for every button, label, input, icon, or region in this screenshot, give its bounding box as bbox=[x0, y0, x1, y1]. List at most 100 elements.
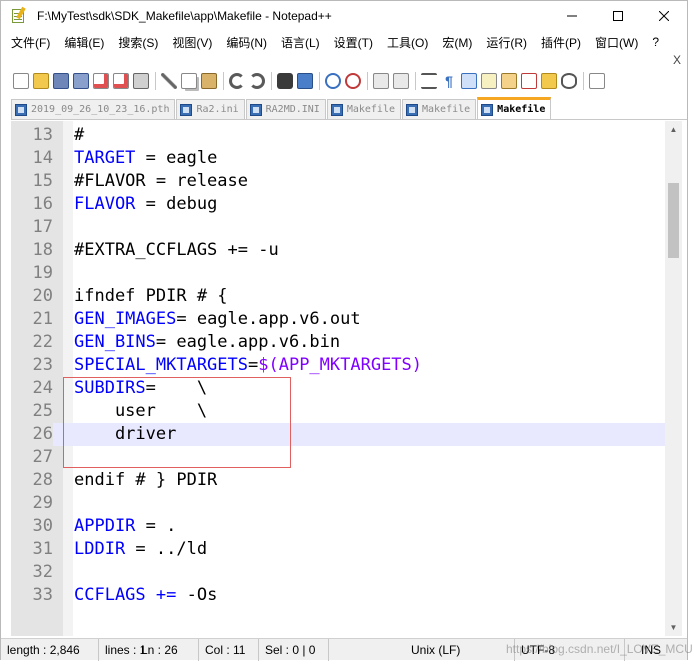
code-line[interactable]: 33 CCFLAGS += -Os bbox=[11, 584, 665, 607]
code-line[interactable]: 13 # bbox=[11, 124, 665, 147]
notepad-plus-plus-icon bbox=[11, 6, 27, 24]
menu-edit[interactable]: 编辑(E) bbox=[57, 34, 111, 51]
folder-workspace-icon[interactable] bbox=[541, 73, 557, 89]
code-line[interactable]: 17 bbox=[11, 216, 665, 239]
code-line[interactable]: 18 #EXTRA_CCFLAGS += -u bbox=[11, 239, 665, 262]
code-line[interactable]: 23 SPECIAL_MKTARGETS=$(APP_MKTARGETS) bbox=[11, 354, 665, 377]
status-length: length : 2,846 bbox=[1, 639, 99, 661]
menu-window[interactable]: 窗口(W) bbox=[588, 34, 645, 51]
undo-icon[interactable] bbox=[229, 73, 245, 89]
status-sel: Sel : 0 | 0 bbox=[259, 639, 329, 661]
replace-icon[interactable] bbox=[297, 73, 313, 89]
copy-icon[interactable] bbox=[181, 73, 197, 89]
status-lines: lines : 1 bbox=[105, 643, 147, 657]
maximize-icon bbox=[613, 11, 623, 21]
save-all-icon[interactable] bbox=[73, 73, 89, 89]
menu-settings[interactable]: 设置(T) bbox=[327, 34, 380, 51]
saved-file-icon bbox=[180, 103, 193, 116]
new-file-icon[interactable] bbox=[13, 73, 29, 89]
sync-horizontal-icon[interactable] bbox=[393, 73, 409, 89]
function-list-icon[interactable] bbox=[521, 73, 537, 89]
indent-guide-icon[interactable] bbox=[461, 73, 477, 89]
line-22-text: GEN_BINS= eagle.app.v6.bin bbox=[74, 332, 341, 352]
code-line[interactable]: 28 endif # } PDIR bbox=[11, 469, 665, 492]
save-icon[interactable] bbox=[53, 73, 69, 89]
tab-ra2md-ini[interactable]: RA2MD.INI bbox=[245, 99, 326, 119]
line-33-text: CCFLAGS += -Os bbox=[74, 585, 218, 605]
status-eol[interactable]: Unix (LF) bbox=[405, 639, 515, 661]
print-icon[interactable] bbox=[133, 73, 149, 89]
sync-vertical-icon[interactable] bbox=[373, 73, 389, 89]
title-bar: F:\MyTest\sdk\SDK_Makefile\app\Makefile … bbox=[1, 1, 687, 31]
menu-macro[interactable]: 宏(M) bbox=[435, 34, 479, 51]
close-document-button[interactable]: X bbox=[673, 53, 681, 67]
tab-pth-file[interactable]: 2019_09_26_10_23_16.pth bbox=[11, 99, 176, 119]
code-line[interactable]: 14 TARGET = eagle bbox=[11, 147, 665, 170]
tab-makefile-2[interactable]: Makefile bbox=[402, 99, 477, 119]
scrollbar-thumb[interactable] bbox=[668, 183, 679, 258]
menu-search[interactable]: 搜索(S) bbox=[111, 34, 165, 51]
monitoring-icon[interactable] bbox=[561, 73, 577, 89]
zoom-out-icon[interactable] bbox=[345, 73, 361, 89]
code-line[interactable]: 27 bbox=[11, 446, 665, 469]
tab-makefile-1[interactable]: Makefile bbox=[326, 99, 401, 119]
window-title: F:\MyTest\sdk\SDK_Makefile\app\Makefile … bbox=[37, 9, 332, 23]
doc-map-icon[interactable] bbox=[501, 73, 517, 89]
code-line[interactable]: 16 FLAVOR = debug bbox=[11, 193, 665, 216]
menu-bar: 文件(F) 编辑(E) 搜索(S) 视图(V) 编码(N) 语言(L) 设置(T… bbox=[1, 31, 687, 53]
saved-file-icon bbox=[330, 103, 343, 116]
close-file-icon[interactable] bbox=[93, 73, 109, 89]
scroll-up-icon[interactable]: ▲ bbox=[665, 121, 682, 138]
line-23-text: SPECIAL_MKTARGETS=$(APP_MKTARGETS) bbox=[74, 355, 423, 375]
saved-file-icon bbox=[406, 103, 418, 116]
code-line[interactable]: 19 bbox=[11, 262, 665, 285]
menu-run[interactable]: 运行(R) bbox=[479, 34, 534, 51]
saved-file-icon bbox=[15, 103, 27, 116]
word-wrap-icon[interactable] bbox=[421, 73, 437, 89]
line-14-text: TARGET = eagle bbox=[74, 148, 218, 168]
menu-plugins[interactable]: 插件(P) bbox=[534, 34, 588, 51]
code-line[interactable]: 32 bbox=[11, 561, 665, 584]
line-21-text: GEN_IMAGES= eagle.app.v6.out bbox=[74, 309, 361, 329]
show-all-chars-icon[interactable]: ¶ bbox=[441, 73, 457, 89]
code-line[interactable]: 31 LDDIR = ../ld bbox=[11, 538, 665, 561]
code-line[interactable]: 24 SUBDIRS= \ bbox=[11, 377, 665, 400]
paste-icon[interactable] bbox=[201, 73, 217, 89]
menu-view[interactable]: 视图(V) bbox=[165, 34, 219, 51]
code-line[interactable]: 22 GEN_BINS= eagle.app.v6.bin bbox=[11, 331, 665, 354]
code-line[interactable]: 15 #FLAVOR = release bbox=[11, 170, 665, 193]
maximize-button[interactable] bbox=[595, 1, 641, 31]
minimize-icon bbox=[567, 15, 577, 17]
close-button[interactable] bbox=[641, 1, 687, 31]
redo-icon[interactable] bbox=[249, 73, 265, 89]
code-line[interactable]: 29 bbox=[11, 492, 665, 515]
saved-file-icon bbox=[481, 103, 494, 116]
status-col: Col : 11 bbox=[199, 639, 259, 661]
vertical-scrollbar[interactable]: ▲ ▼ bbox=[665, 121, 682, 636]
menu-help[interactable]: ? bbox=[645, 35, 666, 49]
tab-makefile-active[interactable]: Makefile bbox=[477, 97, 552, 119]
menu-encoding[interactable]: 编码(N) bbox=[219, 34, 274, 51]
code-line[interactable]: 30 APPDIR = . bbox=[11, 515, 665, 538]
notepad-plus-plus-window: F:\MyTest\sdk\SDK_Makefile\app\Makefile … bbox=[0, 0, 693, 661]
code-editor[interactable]: 13 # 14 TARGET = eagle 15 #FLAVOR = release… bbox=[11, 121, 665, 636]
record-macro-icon[interactable] bbox=[589, 73, 605, 89]
scroll-down-icon[interactable]: ▼ bbox=[665, 619, 682, 636]
tab-ra2-ini[interactable]: Ra2.ini bbox=[176, 99, 245, 119]
find-icon[interactable] bbox=[277, 73, 293, 89]
current-code-line[interactable]: 26 driver bbox=[11, 423, 665, 446]
menu-language[interactable]: 语言(L) bbox=[274, 34, 327, 51]
zoom-in-icon[interactable] bbox=[325, 73, 341, 89]
menu-tools[interactable]: 工具(O) bbox=[380, 34, 435, 51]
line-31-text: LDDIR = ../ld bbox=[74, 539, 208, 559]
close-all-icon[interactable] bbox=[113, 73, 129, 89]
language-icon[interactable] bbox=[481, 73, 497, 89]
menu-file[interactable]: 文件(F) bbox=[1, 34, 57, 51]
code-line[interactable]: 20 ifndef PDIR # { bbox=[11, 285, 665, 308]
cut-icon[interactable] bbox=[161, 73, 177, 89]
open-file-icon[interactable] bbox=[33, 73, 49, 89]
minimize-button[interactable] bbox=[549, 1, 595, 31]
saved-file-icon bbox=[249, 103, 262, 116]
code-line[interactable]: 21 GEN_IMAGES= eagle.app.v6.out bbox=[11, 308, 665, 331]
code-line[interactable]: 25 user \ bbox=[11, 400, 665, 423]
